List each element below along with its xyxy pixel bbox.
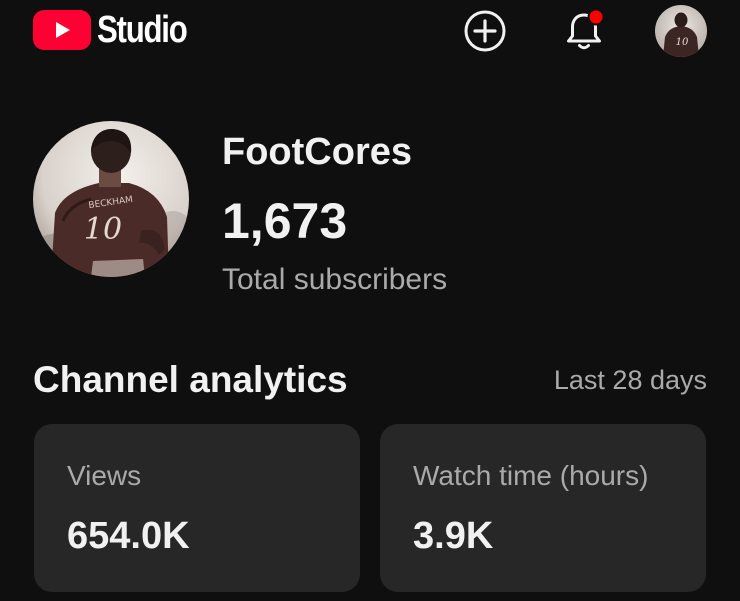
channel-avatar[interactable]: BECKHAM 10 [33, 121, 189, 277]
analytics-cards: Views 654.0K Watch time (hours) 3.9K [34, 424, 706, 592]
channel-name: FootCores [222, 131, 412, 173]
studio-dashboard: Studio 10 BECKHAM 10 FootCores 1,673 Tot… [0, 0, 740, 601]
watch-time-value: 3.9K [413, 515, 494, 557]
analytics-title: Channel analytics [33, 359, 348, 400]
analytics-period: Last 28 days [553, 365, 707, 395]
views-card[interactable]: Views 654.0K [34, 424, 360, 592]
watch-time-label: Watch time (hours) [413, 460, 649, 491]
account-avatar: 10 [655, 5, 707, 57]
studio-logo[interactable]: Studio [33, 10, 206, 50]
watch-time-card[interactable]: Watch time (hours) 3.9K [380, 424, 706, 592]
add-circle-icon [464, 10, 506, 52]
subscriber-count: 1,673 [222, 193, 348, 249]
notifications-button[interactable] [560, 7, 608, 55]
views-value: 654.0K [67, 515, 190, 557]
studio-logo-text: Studio [97, 9, 188, 51]
notification-badge [587, 8, 605, 26]
create-button[interactable] [461, 7, 509, 55]
bell-icon [567, 8, 605, 50]
views-label: Views [67, 460, 142, 491]
subscriber-label: Total subscribers [222, 263, 448, 296]
svg-text:10: 10 [84, 212, 122, 247]
top-app-bar: Studio 10 [0, 0, 740, 64]
account-button[interactable]: 10 [655, 5, 707, 57]
svg-text:10: 10 [676, 37, 689, 48]
youtube-play-icon [33, 10, 91, 50]
